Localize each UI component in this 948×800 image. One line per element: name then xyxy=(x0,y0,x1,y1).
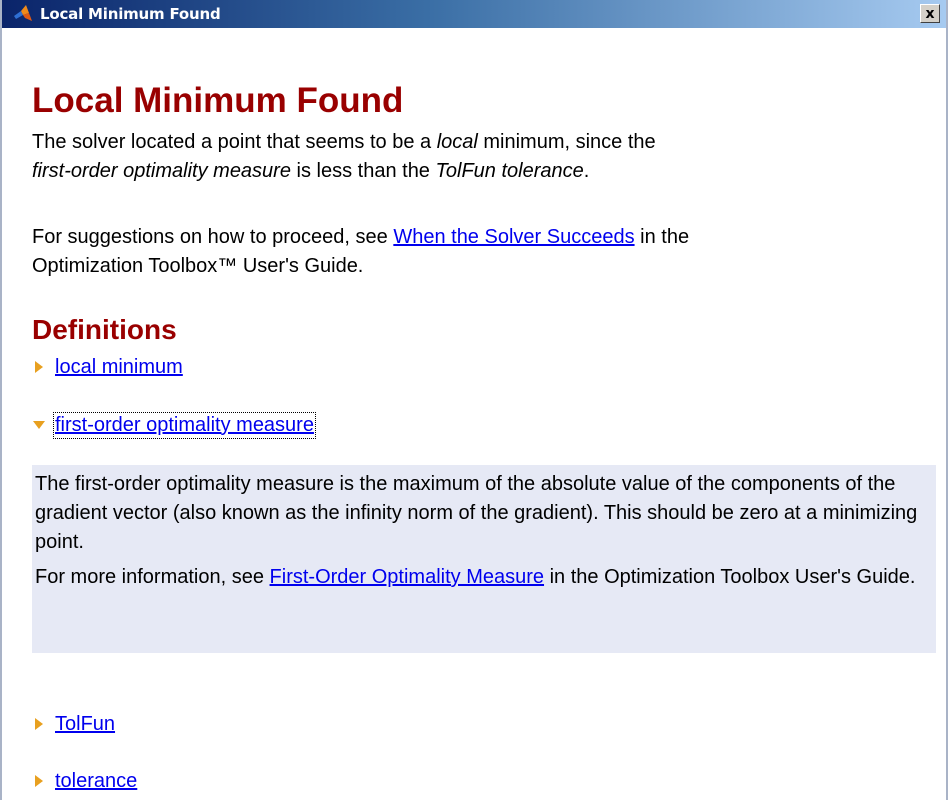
close-icon: x xyxy=(925,5,935,22)
suggestions-text-2: in the xyxy=(634,226,690,248)
window-title: Local Minimum Found xyxy=(40,5,221,23)
definitions-heading: Definitions xyxy=(32,314,177,345)
more-info-text-1: For more information, see xyxy=(35,566,270,588)
summary-em-tolfun: TolFun tolerance xyxy=(435,160,584,182)
triangle-right-icon[interactable] xyxy=(32,360,46,374)
suggestions-text-1: For suggestions on how to proceed, see xyxy=(32,226,394,248)
solver-succeeds-link[interactable]: When the Solver Succeeds xyxy=(393,226,634,248)
local-minimum-link[interactable]: local minimum xyxy=(55,356,183,379)
close-button[interactable]: x xyxy=(920,4,940,23)
summary-text-3: is less than the xyxy=(290,160,436,182)
definition-item-tolfun[interactable]: TolFun xyxy=(32,710,115,738)
summary-text-1: The solver located a point that seems to… xyxy=(32,131,437,153)
expanded-definition-panel: The first-order optimality measure is th… xyxy=(32,465,936,653)
definition-more-info: For more information, see First-Order Op… xyxy=(35,563,935,592)
summary-text-4: . xyxy=(583,160,590,182)
tolfun-link[interactable]: TolFun xyxy=(55,713,115,736)
triangle-down-icon[interactable] xyxy=(32,418,46,432)
definition-item-tolerance[interactable]: tolerance xyxy=(32,767,137,795)
tolerance-link[interactable]: tolerance xyxy=(55,770,137,793)
summary-em-measure: first-order optimality measure xyxy=(32,160,291,182)
suggestions-text-3: Optimization Toolbox™ User's Guide. xyxy=(32,255,364,277)
definition-body-text: The first-order optimality measure is th… xyxy=(35,473,918,553)
triangle-right-icon[interactable] xyxy=(32,717,46,731)
matlab-logo-icon xyxy=(14,5,32,21)
definition-item-local-minimum[interactable]: local minimum xyxy=(32,353,183,381)
summary-paragraph: The solver located a point that seems to… xyxy=(32,128,912,186)
definition-item-first-order[interactable]: first-order optimality measure xyxy=(32,411,316,439)
suggestions-paragraph: For suggestions on how to proceed, see W… xyxy=(32,223,912,281)
first-order-measure-link[interactable]: First-Order Optimality Measure xyxy=(270,566,545,588)
triangle-right-icon[interactable] xyxy=(32,774,46,788)
first-order-optimality-link[interactable]: first-order optimality measure xyxy=(53,411,316,439)
more-info-text-2: in the Optimization Toolbox User's Guide… xyxy=(544,566,916,588)
dialog-window: Local Minimum Found x Local Minimum Foun… xyxy=(0,0,948,800)
title-bar[interactable]: Local Minimum Found x xyxy=(2,0,946,28)
page-title: Local Minimum Found xyxy=(32,81,404,120)
summary-text-2: minimum, since the xyxy=(477,131,656,153)
summary-em-local: local xyxy=(436,131,478,153)
